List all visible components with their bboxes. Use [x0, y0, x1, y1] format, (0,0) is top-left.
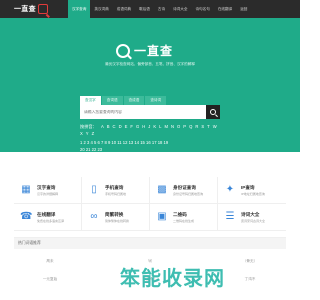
service-translate[interactable]: ☎ 在线翻译 免费在线多语言互译: [14, 204, 82, 231]
translate-icon: ☎: [20, 211, 33, 222]
pinyin-letter-a[interactable]: A: [101, 124, 104, 129]
pinyin-letter-t[interactable]: T: [207, 124, 210, 129]
service-desc: 手机号码归属地: [105, 191, 127, 196]
phone-icon: ▯: [91, 184, 97, 195]
nav-item-gushi[interactable]: 古诗: [154, 0, 169, 18]
site-logo[interactable]: 一直查: [14, 3, 48, 15]
pinyin-letter-e[interactable]: E: [125, 124, 128, 129]
search-bar: [80, 105, 220, 119]
nav-item-dictionary[interactable]: 英汉词典: [90, 0, 112, 18]
service-ip[interactable]: ✦ IP查询 IP地址归属地查询: [218, 177, 286, 204]
stroke-numbers-row2[interactable]: 20 21 22 23: [80, 147, 220, 154]
tab-poems[interactable]: 查诗词: [145, 96, 167, 105]
slogan: 最优汉字检查网站，偏旁部首、五笔、拼音、汉字的解释: [105, 62, 195, 66]
service-id-card[interactable]: ▩ 身份证查询 身份证号码归属地查询: [150, 177, 218, 204]
pinyin-letter-k[interactable]: K: [153, 124, 156, 129]
search-input[interactable]: [80, 105, 206, 119]
service-title: IP查询: [241, 184, 255, 190]
pinyin-letter-j[interactable]: J: [148, 124, 150, 129]
nav-item-translate[interactable]: 在线翻译: [214, 0, 236, 18]
service-desc: 简体繁体在线转换: [105, 218, 130, 223]
pinyin-letter-h[interactable]: H: [142, 124, 145, 129]
search-button[interactable]: [206, 105, 220, 119]
service-title: 二维码: [173, 211, 187, 217]
magnifier-icon: [116, 43, 130, 58]
pinyin-letter-f[interactable]: F: [130, 124, 133, 129]
nav-item-idiom[interactable]: 成语词典: [113, 0, 135, 18]
recommend-word[interactable]: 一元复始: [24, 277, 76, 282]
nav-item-back[interactable]: 返回: [236, 0, 251, 18]
pinyin-letter-z[interactable]: Z: [92, 131, 95, 136]
nav-item-hanzi[interactable]: 汉字查询: [68, 0, 91, 18]
service-desc: 二维码在线生成: [173, 218, 195, 223]
services-grid: ▦ 汉字查询 汉字的详细解释 ▯ 手机查询 手机号码归属地 ▩ 身份证查询 身份证号码…: [14, 177, 286, 231]
service-desc: 唐诗宋词古诗大全: [241, 218, 266, 223]
pinyin-letter-c[interactable]: C: [113, 124, 116, 129]
pinyin-letter-o[interactable]: O: [177, 124, 180, 129]
pinyin-letter-g[interactable]: G: [136, 124, 139, 129]
service-desc: 汉字的详细解释: [37, 191, 59, 196]
id-card-icon: ▩: [157, 184, 167, 195]
brand-name: 一直查: [134, 44, 174, 58]
nav-item-xiehouyu[interactable]: 歇后语: [135, 0, 154, 18]
qrcode-icon: ▣: [157, 211, 167, 222]
service-desc: 免费在线多语言互译: [37, 218, 65, 223]
tab-idioms[interactable]: 查成语: [123, 96, 145, 105]
pinyin-letter-s[interactable]: S: [201, 124, 204, 129]
pinyin-letter-w[interactable]: W: [213, 124, 217, 129]
pinyin-letter-x[interactable]: X: [80, 131, 83, 136]
pinyin-letter-m[interactable]: M: [164, 124, 168, 129]
service-convert[interactable]: ∞ 简繁转换 简体繁体在线转换: [82, 204, 150, 231]
poem-icon: ☰: [225, 211, 235, 222]
convert-icon: ∞: [90, 211, 98, 222]
service-qrcode[interactable]: ▣ 二维码 二维码在线生成: [150, 204, 218, 231]
service-phone[interactable]: ▯ 手机查询 手机号码归属地: [82, 177, 150, 204]
service-hanzi[interactable]: ▦ 汉字查询 汉字的详细解释: [14, 177, 82, 204]
ip-icon: ✦: [225, 184, 235, 195]
service-desc: IP地址归属地查询: [241, 191, 265, 196]
top-navbar: 一直查 汉字查询 英汉词典 成语词典 歇后语 古诗 诗词大全 诗句名句 在线翻译…: [0, 0, 300, 18]
recommend-word[interactable]: （骨无）: [224, 259, 276, 264]
pinyin-letter-r[interactable]: R: [195, 124, 198, 129]
recommend-word[interactable]: 丁鸿不: [224, 277, 276, 282]
nav-item-quotes[interactable]: 诗句名句: [191, 0, 213, 18]
pinyin-index: 按拼音： A B C D E F G H J K L M N O P Q R S T W X Y Z: [80, 124, 220, 137]
search-tabs: 查汉字 查词语 查成语 查诗词: [80, 96, 167, 105]
pinyin-letter-b[interactable]: B: [107, 124, 110, 129]
logo-text: 一直查: [14, 6, 36, 13]
character-icon: ▦: [21, 184, 31, 195]
pinyin-letter-p[interactable]: P: [183, 124, 186, 129]
service-title: 手机查询: [105, 184, 124, 190]
service-poetry[interactable]: ☰ 诗词大全 唐诗宋词古诗大全: [218, 204, 286, 231]
service-title: 身份证查询: [173, 184, 196, 190]
pinyin-letter-l[interactable]: L: [159, 124, 161, 129]
main-nav: 汉字查询 英汉词典 成语词典 歇后语 古诗 诗词大全 诗句名句 在线翻译 返回: [68, 0, 251, 18]
pinyin-label: 按拼音：: [80, 124, 97, 129]
search-icon: [210, 109, 216, 115]
stroke-index: 1 2 3 4 5 6 7 8 9 10 11 12 13 14 15 16 1…: [80, 140, 220, 153]
service-title: 诗词大全: [241, 211, 260, 217]
service-desc: 身份证号码归属地查询: [173, 191, 204, 196]
nav-item-poetry[interactable]: 诗词大全: [169, 0, 191, 18]
recommend-word[interactable]: 鬲未: [24, 259, 76, 264]
service-title: 简繁转换: [105, 211, 124, 217]
tab-hanzi[interactable]: 查汉字: [80, 96, 101, 105]
tab-words[interactable]: 查词语: [101, 96, 123, 105]
logo-search-icon: [37, 4, 48, 14]
pinyin-letter-n[interactable]: N: [171, 124, 174, 129]
service-title: 汉字查询: [37, 184, 56, 190]
service-title: 在线翻译: [37, 211, 56, 217]
watermark-text: 笨能收录网: [120, 268, 225, 290]
recommend-title: 热门词语推荐: [14, 238, 286, 249]
pinyin-letter-q[interactable]: Q: [189, 124, 192, 129]
hero-section: 一直查 最优汉字检查网站，偏旁部首、五笔、拼音、汉字的解释 查汉字 查词语 查成…: [0, 18, 300, 152]
brand: 一直查: [116, 42, 173, 59]
pinyin-letter-d[interactable]: D: [119, 124, 122, 129]
pinyin-letter-y[interactable]: Y: [86, 131, 89, 136]
